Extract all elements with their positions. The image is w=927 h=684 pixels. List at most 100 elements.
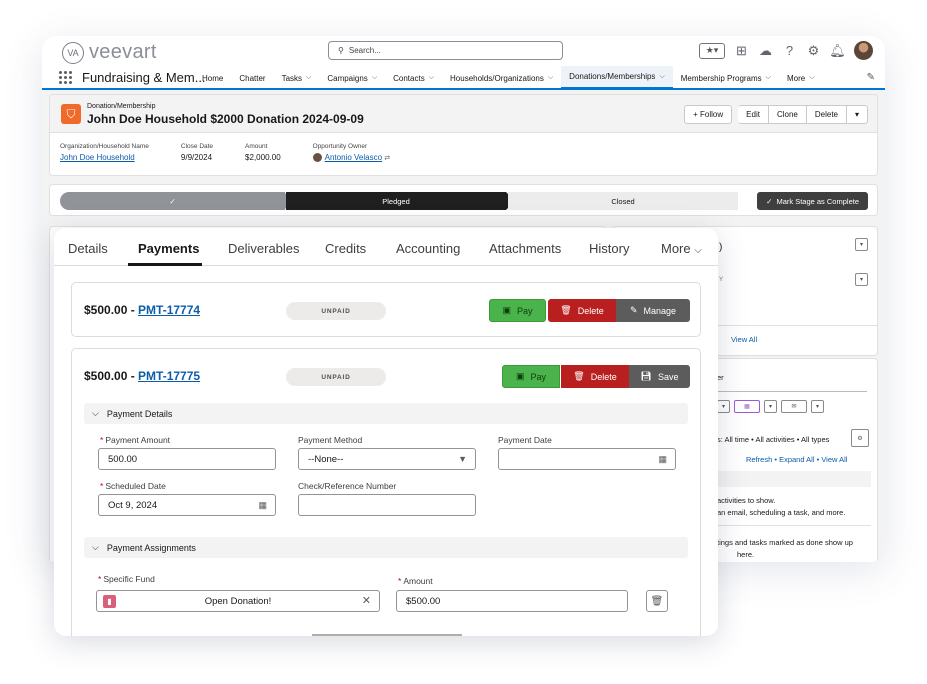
tab-attachments[interactable]: Attachments [489,241,561,256]
delete-record-button[interactable]: Delete [806,105,847,124]
stage-complete[interactable]: ✓ [60,192,285,210]
check-reference-input[interactable] [298,494,476,516]
change-owner-icon[interactable]: ⇄ [384,155,390,162]
empty-text-1: activities to show. [717,496,776,505]
specific-fund-label: * Specific Fund [98,574,155,584]
bell-icon[interactable]: 🔔︎ [829,43,846,58]
payment-2-delete-button[interactable]: 🗑︎ Delete [561,365,629,388]
trash-icon: 🗑︎ [560,305,572,315]
view-all-link[interactable]: View All [731,335,757,344]
nav-item-membership-programs[interactable]: Membership Programs ⌵ [673,66,779,90]
nav-item-home[interactable]: Home [194,66,231,90]
payment-amount-input[interactable]: 500.00 [98,448,276,470]
owner-avatar [312,153,322,163]
payment-1-link[interactable]: PMT-17774 [138,303,200,317]
edit-button[interactable]: Edit [738,105,769,124]
item-dropdown-icon[interactable]: ▾ [855,273,868,286]
nav-item-contacts[interactable]: Contacts ⌵ [385,66,442,90]
payment-method-select[interactable]: --None-- ▼ [298,448,476,470]
active-tab-indicator [128,263,202,266]
mark-complete-button[interactable]: ✓ Mark Stage as Complete [757,192,868,210]
payment-2-status-badge: UNPAID [286,368,386,386]
owner-link[interactable]: Antonio Velasco [325,153,382,162]
chevron-down-icon[interactable]: ⌵ [306,74,311,82]
payment-2-pay-button[interactable]: ▣ Pay [502,365,560,388]
calendar-icon[interactable]: ▦ [658,454,667,465]
cash-icon: ▣ [515,371,525,381]
specific-fund-lookup[interactable]: ▮ Open Donation! ✕ [96,590,380,612]
more-actions-chevron-icon[interactable]: ▾ [846,105,868,124]
expand-all-link[interactable]: Expand All [779,455,814,464]
event-icon[interactable]: ▦ [734,400,760,413]
chevron-down-icon[interactable]: ⌵ [548,74,553,82]
org-link[interactable]: John Doe Household [60,153,149,162]
chevron-down-icon[interactable]: ⌵ [659,73,664,81]
setup-gear-icon[interactable]: ⚙ [806,43,821,58]
activity-filter-text: s: All time • All activities • All types [717,435,830,444]
remove-assignment-button[interactable]: 🗑︎ [646,590,668,612]
view-all-activity-link[interactable]: View All [821,455,847,464]
nav-item-campaigns[interactable]: Campaigns ⌵ [319,66,385,90]
follow-button[interactable]: + Follow [684,105,733,124]
record-tabs: Details Payments Deliverables Credits Ac… [54,228,718,266]
check-icon: ✓ [766,196,773,206]
tab-deliverables[interactable]: Deliverables [228,241,300,256]
nav-item-more[interactable]: More ⌵ [779,66,823,90]
tab-payments[interactable]: Payments [138,241,199,256]
tab-history[interactable]: History [589,241,629,256]
payment-date-input[interactable]: ▦ [498,448,676,470]
payment-1-status-badge: UNPAID [286,302,386,320]
payment-details-section-header[interactable]: ⌵ Payment Details [84,403,688,424]
add-icon[interactable]: ⊞ [734,43,749,58]
tab-more[interactable]: More ⌵ [661,241,702,256]
email-dropdown-icon[interactable]: ▾ [811,400,824,413]
empty-text-3: tings and tasks marked as done show up [717,538,853,547]
record-type: Donation/Membership [87,103,156,110]
action-dropdown-icon[interactable]: ▾ [717,400,730,413]
close-date-label: Close Date [180,143,214,150]
stage-pledged[interactable]: Pledged [286,192,506,210]
logo-mark: VA [62,41,84,64]
assignment-amount-input[interactable]: $500.00 [396,590,628,612]
payment-card-2: $500.00 - PMT-17775 UNPAID ▣ Pay 🗑︎ Delete… [71,348,701,636]
payment-2-save-button[interactable]: 💾︎ Save [629,365,690,388]
help-icon[interactable]: ? [782,43,797,58]
tab-credits[interactable]: Credits [325,241,366,256]
calendar-icon[interactable]: ▦ [258,500,267,511]
tab-details[interactable]: Details [68,241,108,256]
global-search-input[interactable]: ⚲ Search... [328,41,563,60]
filter-gear-icon[interactable]: ⚙ [851,429,869,447]
avatar[interactable] [854,41,873,60]
nav-item-tasks[interactable]: Tasks ⌵ [274,66,320,90]
panel-badge-fragment: Y [719,277,724,283]
app-launcher-icon[interactable] [59,71,72,84]
payment-2-link[interactable]: PMT-17775 [138,369,200,383]
scheduled-date-input[interactable]: Oct 9, 2024 ▦ [98,494,276,516]
chevron-down-icon[interactable]: ⌵ [429,74,434,82]
veevart-logo[interactable]: VA veevart [62,41,157,64]
favorites-icon[interactable]: ★▾ [699,42,725,59]
sales-path: ✓ Pledged Closed ✓ Mark Stage as Complete [49,184,878,216]
edit-nav-icon[interactable]: ✎ [867,72,875,83]
clear-icon[interactable]: ✕ [362,594,371,607]
trailhead-icon[interactable]: ☁ [758,43,773,58]
chevron-down-icon[interactable]: ⌵ [766,74,771,82]
email-icon[interactable]: ✉ [781,400,807,413]
nav-item-households-organizations[interactable]: Households/Organizations ⌵ [442,66,561,90]
event-dropdown-icon[interactable]: ▾ [764,400,777,413]
payment-1-pay-button[interactable]: ▣ Pay [489,299,546,322]
stage-closed[interactable]: Closed [508,192,738,210]
panel-dropdown-icon[interactable]: ▾ [855,238,868,251]
chevron-down-icon[interactable]: ⌵ [372,74,377,82]
payment-assignments-section-header[interactable]: ⌵ Payment Assignments [84,537,688,558]
chevron-down-icon[interactable]: ⌵ [809,74,814,82]
payment-1-delete-button[interactable]: 🗑︎ Delete [548,299,616,322]
payment-1-manage-button[interactable]: ✎ Manage [616,299,690,322]
payment-1-title: $500.00 - PMT-17774 [84,303,201,317]
nav-item-donations-memberships[interactable]: Donations/Memberships ⌵ [561,66,673,90]
nav-item-chatter[interactable]: Chatter [231,66,273,90]
tab-accounting[interactable]: Accounting [396,241,460,256]
save-icon: 💾︎ [640,371,652,381]
refresh-link[interactable]: Refresh [746,455,772,464]
clone-button[interactable]: Clone [768,105,807,124]
